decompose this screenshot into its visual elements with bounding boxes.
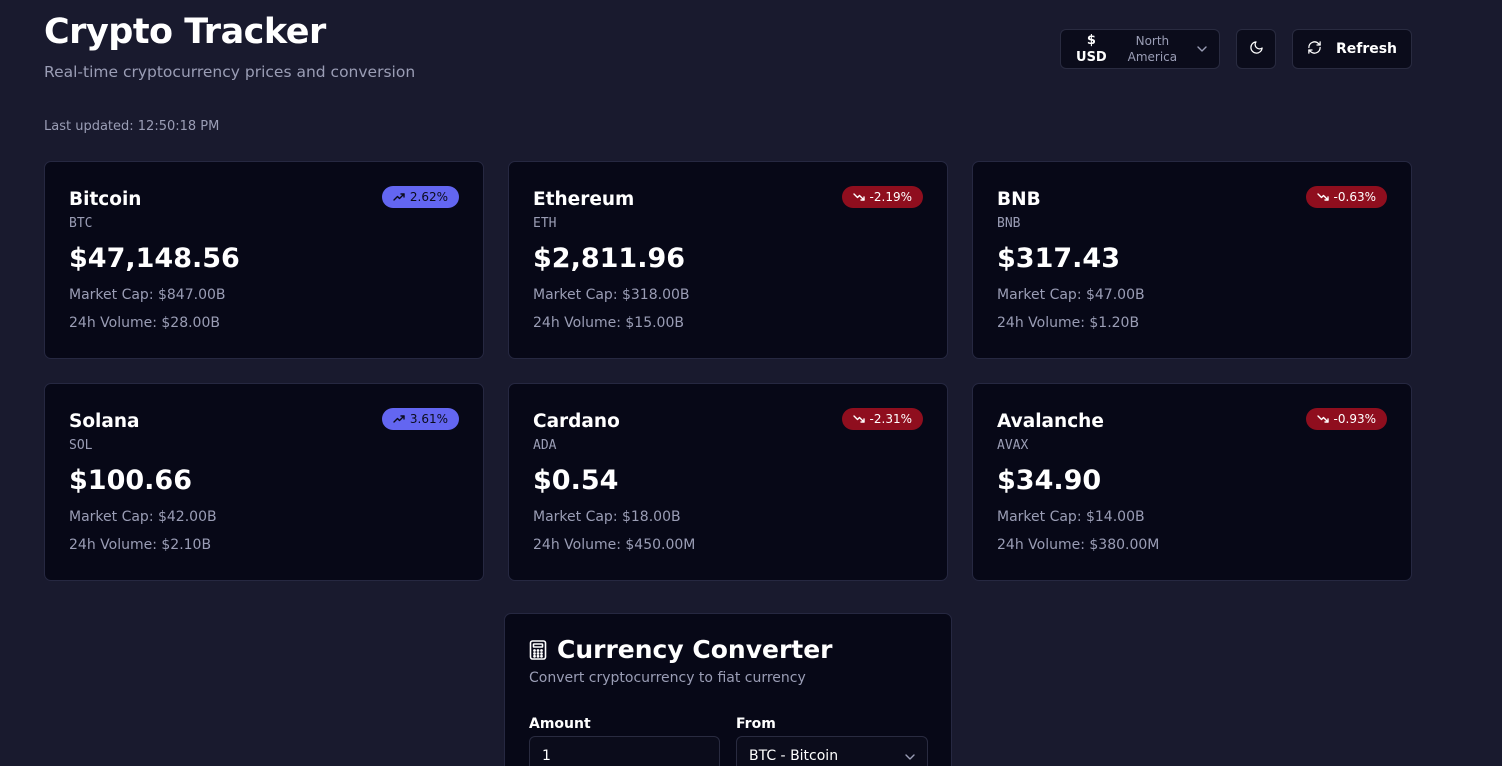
change-value: 2.62% — [409, 190, 448, 204]
last-updated-text: Last updated: 12:50:18 PM — [44, 119, 220, 134]
currency-display: $ USD — [1075, 32, 1108, 66]
coin-market-cap: Market Cap: $18.00B — [533, 509, 681, 525]
coin-card[interactable]: Ethereum ETH -2.19% $2,811.96 Market Cap… — [508, 161, 948, 359]
change-value: 3.61% — [409, 412, 448, 426]
coin-volume: 24h Volume: $1.20B — [997, 315, 1140, 331]
coin-symbol: AVAX — [997, 438, 1029, 453]
coin-price: $0.54 — [533, 465, 619, 496]
coin-name: Bitcoin — [69, 189, 142, 210]
coin-price: $47,148.56 — [69, 243, 240, 274]
trend-up-icon — [393, 415, 405, 423]
change-badge: 2.62% — [381, 186, 459, 208]
coin-price: $100.66 — [69, 465, 192, 496]
coin-price: $2,811.96 — [533, 243, 686, 274]
amount-field[interactable] — [529, 736, 720, 766]
converter-subtitle: Convert cryptocurrency to fiat currency — [529, 670, 806, 686]
chevron-down-icon — [905, 748, 915, 764]
coin-card[interactable]: Cardano ADA -2.31% $0.54 Market Cap: $18… — [508, 383, 948, 581]
coin-name: BNB — [997, 189, 1041, 210]
coin-name: Ethereum — [533, 189, 635, 210]
coin-symbol: SOL — [69, 438, 93, 453]
moon-icon — [1249, 40, 1264, 59]
coin-card[interactable]: Solana SOL 3.61% $100.66 Market Cap: $42… — [44, 383, 484, 581]
change-badge: -0.93% — [1305, 408, 1387, 430]
coin-name: Avalanche — [997, 411, 1104, 432]
coin-volume: 24h Volume: $15.00B — [533, 315, 684, 331]
from-label: From — [736, 716, 776, 732]
currency-symbol: $ — [1086, 33, 1096, 48]
coin-symbol: ADA — [533, 438, 557, 453]
coin-symbol: BNB — [997, 216, 1021, 231]
change-value: -2.19% — [869, 190, 912, 204]
coin-price: $317.43 — [997, 243, 1120, 274]
change-badge: -0.63% — [1305, 186, 1387, 208]
trend-down-icon — [852, 415, 865, 423]
page-title: Crypto Tracker — [44, 12, 326, 52]
trend-up-icon — [393, 193, 405, 201]
trend-down-icon — [852, 193, 865, 201]
amount-label: Amount — [529, 716, 591, 732]
trend-down-icon — [1316, 415, 1329, 423]
coin-market-cap: Market Cap: $42.00B — [69, 509, 217, 525]
refresh-icon — [1307, 40, 1322, 59]
amount-input[interactable] — [542, 748, 707, 764]
currency-region: North America — [1116, 33, 1189, 65]
from-currency-value: BTC - Bitcoin — [749, 748, 839, 764]
currency-select[interactable]: $ USD North America — [1060, 29, 1220, 69]
coin-market-cap: Market Cap: $847.00B — [69, 287, 226, 303]
coin-name: Solana — [69, 411, 140, 432]
region-line-2: America — [1127, 50, 1178, 64]
from-currency-select[interactable]: BTC - Bitcoin — [736, 736, 928, 766]
converter-title: Currency Converter — [557, 635, 833, 664]
coin-card[interactable]: Bitcoin BTC 2.62% $47,148.56 Market Cap:… — [44, 161, 484, 359]
page-subtitle: Real-time cryptocurrency prices and conv… — [44, 63, 416, 81]
currency-converter-card: Currency Converter Convert cryptocurrenc… — [504, 613, 952, 766]
coin-card[interactable]: Avalanche AVAX -0.93% $34.90 Market Cap:… — [972, 383, 1412, 581]
coin-price: $34.90 — [997, 465, 1102, 496]
coin-volume: 24h Volume: $2.10B — [69, 537, 212, 553]
calculator-icon — [529, 640, 547, 664]
coin-market-cap: Market Cap: $318.00B — [533, 287, 690, 303]
change-badge: -2.31% — [841, 408, 923, 430]
coin-name: Cardano — [533, 411, 620, 432]
chevron-down-icon — [1197, 44, 1207, 54]
currency-code: USD — [1076, 50, 1107, 65]
coin-market-cap: Market Cap: $47.00B — [997, 287, 1145, 303]
change-badge: -2.19% — [841, 186, 923, 208]
coin-card[interactable]: BNB BNB -0.63% $317.43 Market Cap: $47.0… — [972, 161, 1412, 359]
coin-symbol: BTC — [69, 216, 93, 231]
coin-market-cap: Market Cap: $14.00B — [997, 509, 1145, 525]
refresh-label: Refresh — [1335, 41, 1398, 57]
coin-symbol: ETH — [533, 216, 557, 231]
crypto-tracker-page: Crypto Tracker Real-time cryptocurrency … — [0, 0, 1502, 766]
trend-down-icon — [1316, 193, 1329, 201]
coin-volume: 24h Volume: $450.00M — [533, 537, 696, 553]
change-value: -0.93% — [1333, 412, 1376, 426]
coin-volume: 24h Volume: $380.00M — [997, 537, 1160, 553]
change-value: -0.63% — [1333, 190, 1376, 204]
refresh-button[interactable]: Refresh — [1292, 29, 1412, 69]
coin-volume: 24h Volume: $28.00B — [69, 315, 220, 331]
region-line-1: North — [1135, 34, 1170, 48]
change-badge: 3.61% — [381, 408, 459, 430]
theme-toggle-button[interactable] — [1236, 29, 1276, 69]
change-value: -2.31% — [869, 412, 912, 426]
